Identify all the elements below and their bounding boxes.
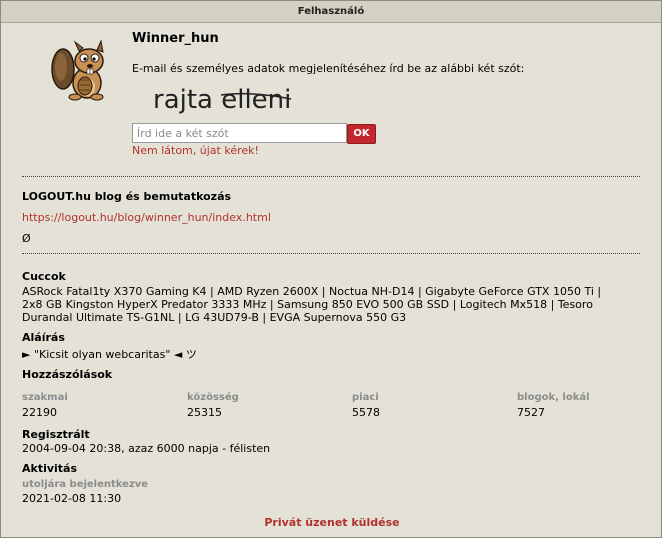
blog-extra: Ø bbox=[22, 232, 31, 245]
registered-heading: Regisztrált bbox=[22, 428, 90, 441]
ok-button[interactable]: OK bbox=[347, 124, 376, 144]
avatar bbox=[51, 39, 104, 101]
gear-heading: Cuccok bbox=[22, 270, 66, 283]
captcha-input[interactable] bbox=[132, 123, 347, 143]
user-profile-panel: Felhasználó Winner_hun E-mail és személy… bbox=[0, 0, 662, 538]
stat-value-szakmai: 22190 bbox=[22, 406, 57, 419]
last-login-value: 2021-02-08 11:30 bbox=[22, 492, 122, 505]
blog-heading: LOGOUT.hu blog és bemutatkozás bbox=[22, 190, 232, 203]
signature-heading: Aláírás bbox=[22, 331, 65, 344]
username: Winner_hun bbox=[132, 31, 219, 46]
new-captcha-link[interactable]: Nem látom, újat kérek! bbox=[132, 144, 259, 157]
stat-value-kozosseg: 25315 bbox=[187, 406, 222, 419]
comments-heading: Hozzászólások bbox=[22, 368, 113, 381]
gear-line: 2x8 GB Kingston HyperX Predator 3333 MHz… bbox=[22, 298, 593, 311]
stat-label-piaci: piaci bbox=[352, 392, 379, 403]
divider bbox=[22, 253, 640, 254]
captcha-word-1: rajta elleni bbox=[153, 85, 291, 115]
stat-label-szakmai: szakmai bbox=[22, 392, 68, 403]
captcha-image: rajta elleni bbox=[153, 85, 291, 115]
gear-list: ASRock Fatal1ty X370 Gaming K4 | AMD Ryz… bbox=[22, 285, 642, 324]
captcha-instruction: E-mail és személyes adatok megjelenítésé… bbox=[132, 62, 525, 75]
stat-label-blogok: blogok, lokál bbox=[517, 392, 590, 403]
blog-link[interactable]: https://logout.hu/blog/winner_hun/index.… bbox=[22, 211, 271, 224]
gear-line: Durandal Ultimate TS-G1NL | LG 43UD79-B … bbox=[22, 311, 407, 324]
stat-value-blogok: 7527 bbox=[517, 406, 545, 419]
registered-text: 2004-09-04 20:38, azaz 6000 napja - féli… bbox=[22, 442, 271, 455]
panel-header: Felhasználó bbox=[1, 1, 661, 23]
last-login-label: utoljára bejelentkezve bbox=[22, 479, 149, 490]
gear-line: ASRock Fatal1ty X370 Gaming K4 | AMD Ryz… bbox=[22, 285, 602, 298]
signature-text: ► "Kicsit olyan webcaritas" ◄ ツ bbox=[22, 348, 197, 361]
stat-value-piaci: 5578 bbox=[352, 406, 380, 419]
divider bbox=[22, 176, 640, 177]
stat-label-kozosseg: közösség bbox=[187, 392, 239, 403]
private-message-link[interactable]: Privát üzenet küldése bbox=[1, 516, 662, 529]
activity-heading: Aktivitás bbox=[22, 462, 78, 475]
